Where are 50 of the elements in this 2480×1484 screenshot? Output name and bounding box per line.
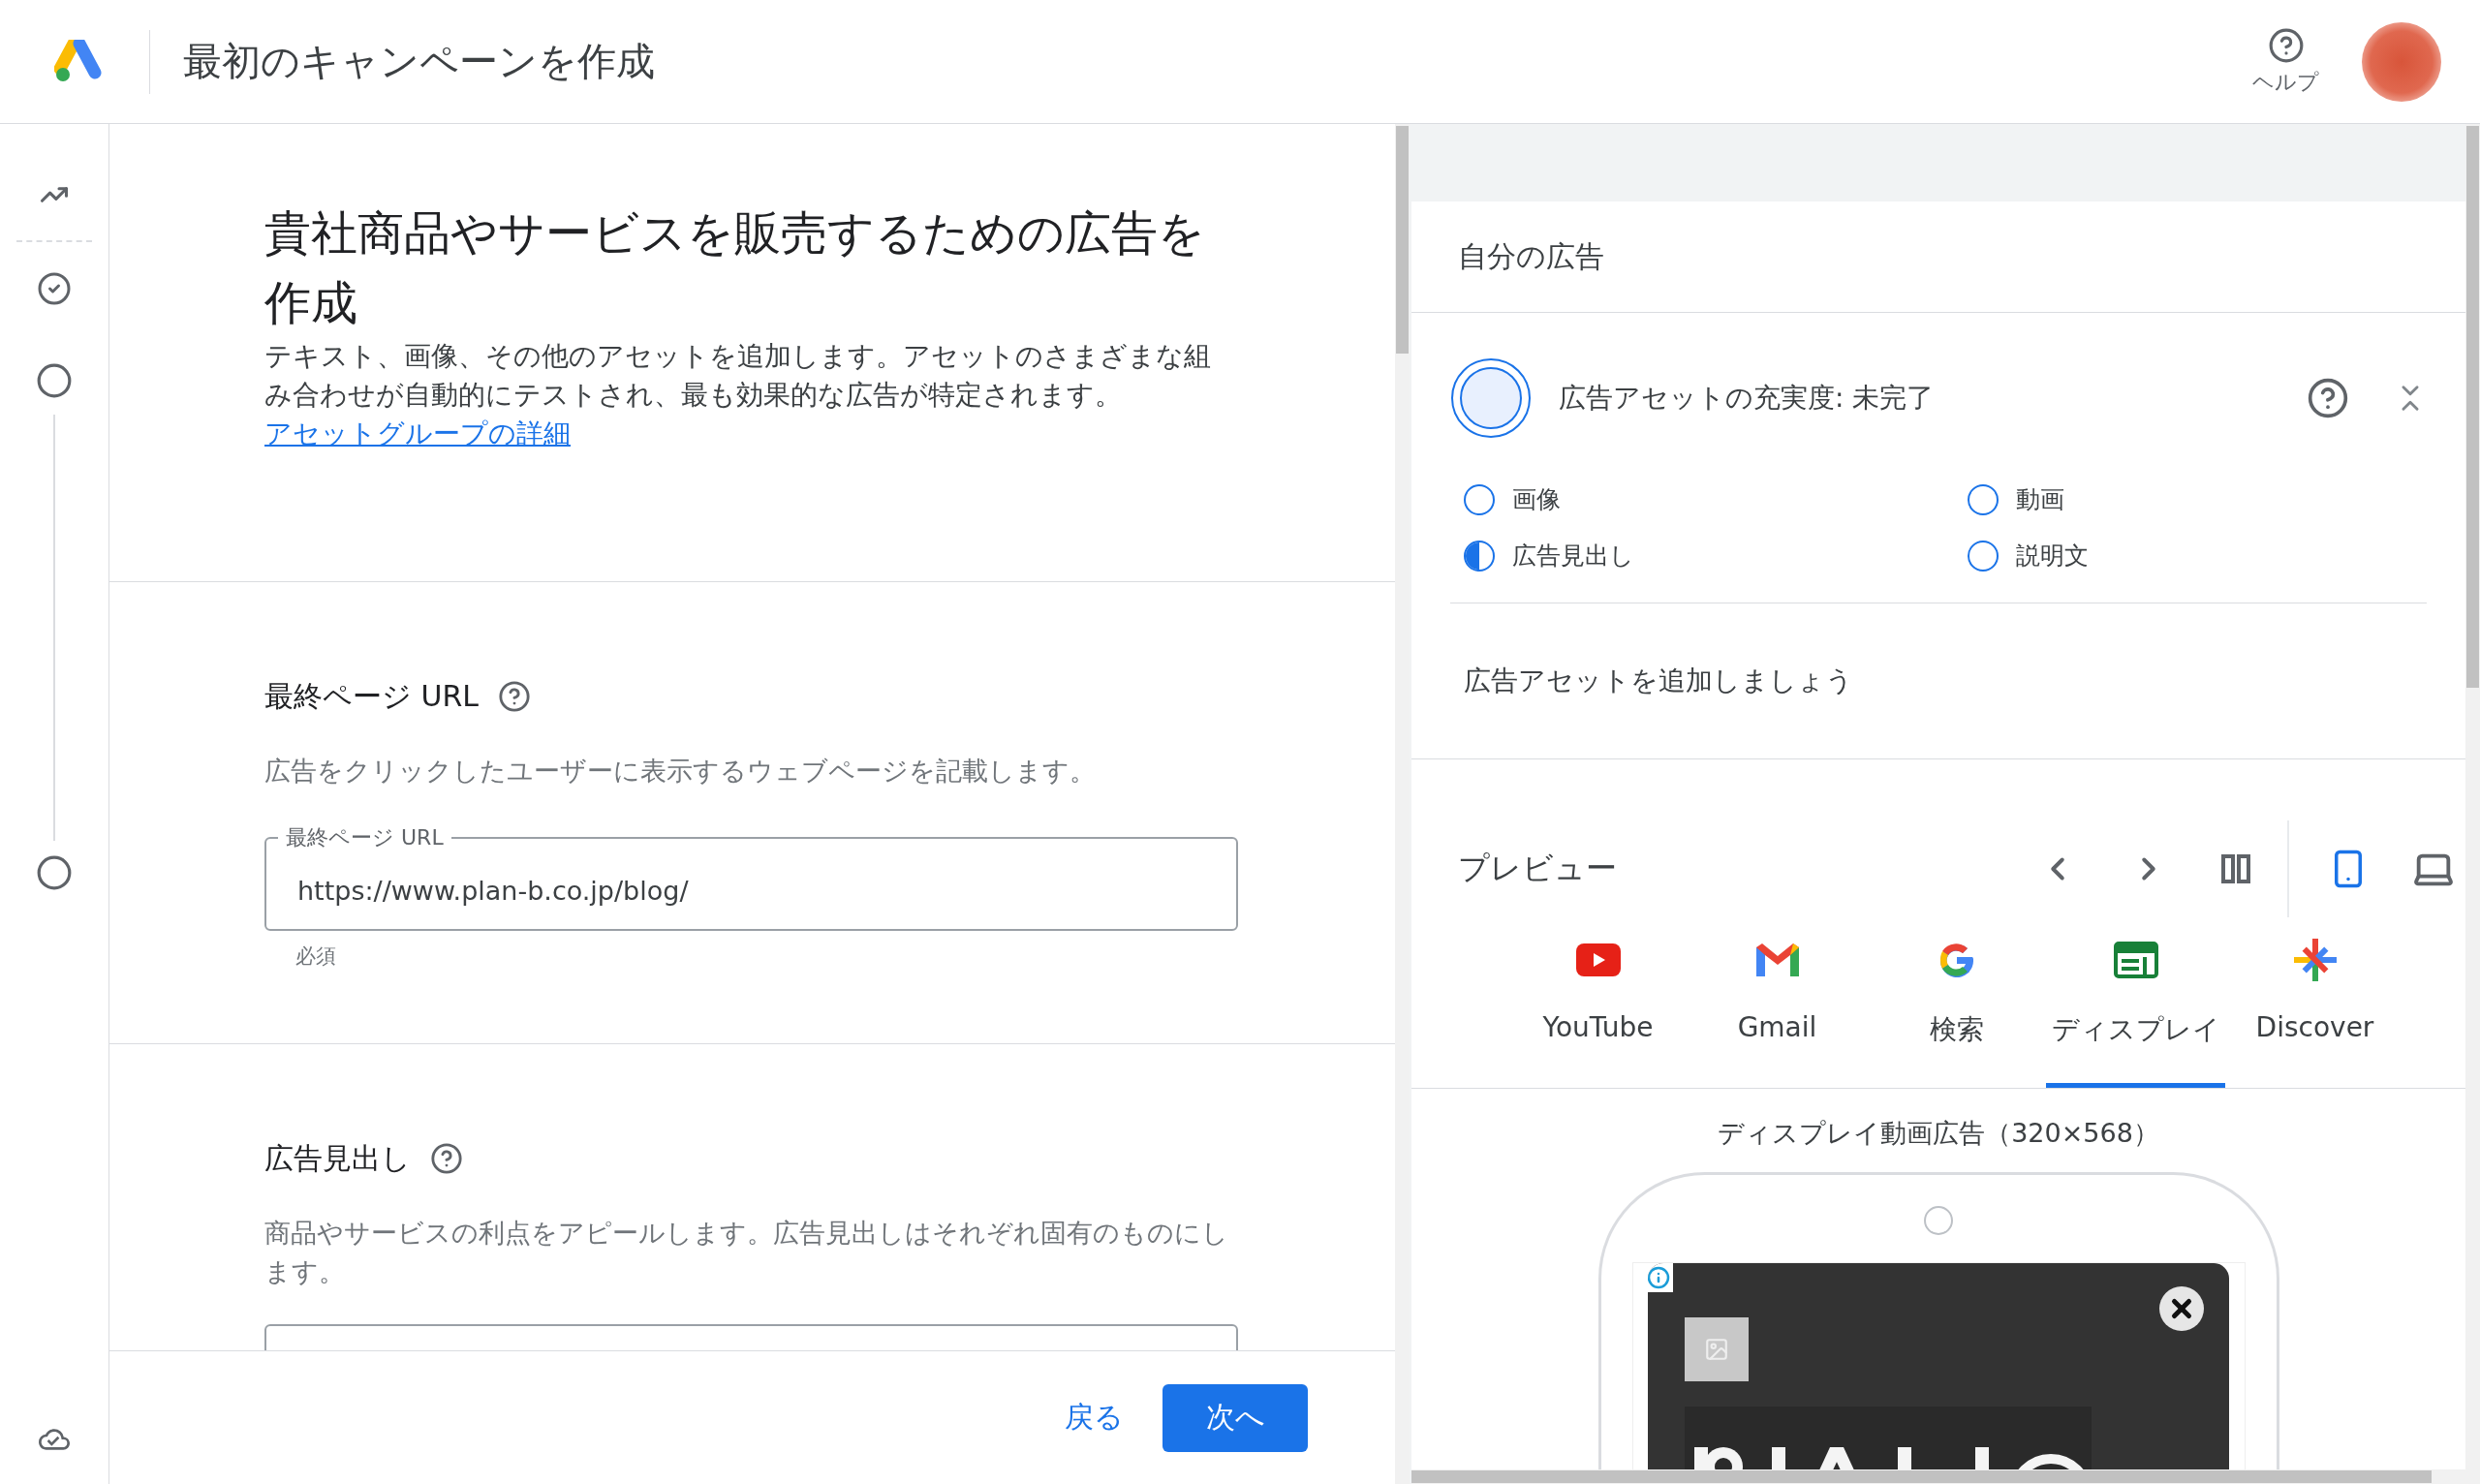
help-icon[interactable] [498,680,532,713]
back-button[interactable]: 戻る [1061,1388,1128,1447]
preview-tab[interactable]: ディスプレイ [2046,924,2225,1088]
display-layout-icon [2113,942,2158,978]
gmail-icon [1755,943,1799,976]
circle-icon[interactable] [36,854,73,891]
page-title: 最初のキャンペーンを作成 [183,38,656,85]
field-description: 商品やサービスの利点をアピールします。広告見出しはそれぞれ固有のものにします。 [264,1217,1229,1288]
help-icon [2267,26,2305,64]
preview-tab[interactable]: 検索 [1867,924,2046,1088]
help-icon[interactable] [2307,377,2349,419]
hint-text: 広告アセットを追加しましょう [1463,664,1854,698]
progress-ring [1968,483,1999,515]
help-button[interactable]: ヘルプ [2252,26,2319,97]
strength-ring-icon [1450,357,1532,439]
section-heading: 最終ページ URL [264,678,480,715]
field-label: 最終ページ URL [285,824,445,851]
checklist-label: 広告見出し [1512,541,1634,572]
ad-strength-label: 広告アセットの充実度: 未完了 [1559,381,1936,416]
columns-icon[interactable] [2221,854,2250,883]
camera-icon [1924,1206,1953,1235]
progress-ring [1464,483,1495,515]
preview-title: プレビュー [1458,849,1618,888]
scrollbar[interactable] [2465,124,2480,1484]
field-description: 広告をクリックしたユーザーに表示するウェブページを記載します。 [264,755,1097,788]
progress-ring [1968,540,1999,572]
url-field[interactable]: 最終ページ URL https://www.plan-b.co.jp/blog/ [264,824,1238,931]
section-heading: 広告見出し [264,1140,411,1177]
intro-text: テキスト、画像、その他のアセットを追加します。アセットのさまざまな組み合わせが自動的にテストされ、最も効果的な広告が特定されます。 アセットグループの詳細 [264,339,1212,451]
link[interactable]: アセットグループの詳細 [264,417,571,449]
close-button[interactable] [2159,1286,2204,1331]
image-icon [1685,1317,1749,1381]
preview-tab[interactable]: Gmail [1688,924,1867,1088]
asterisk-icon [2293,939,2337,981]
preview-tab[interactable]: YouTube [1508,924,1688,1088]
circle-icon[interactable] [36,362,73,399]
scrollbar[interactable] [1395,124,1410,1484]
card-title: 自分の広告 [1458,237,1604,275]
preview-tab[interactable]: Discover [2225,924,2404,1088]
next-button[interactable]: 次へ [1162,1383,1308,1452]
checklist-label: 画像 [1512,484,1561,515]
youtube-icon [1575,943,1621,976]
check-circle-icon[interactable] [37,271,72,306]
help-icon[interactable] [430,1142,463,1175]
checklist-label: 説明文 [2016,541,2089,572]
info-icon[interactable] [1648,1263,1673,1292]
format-label: ディスプレイ動画広告（320×568） [1717,1117,2160,1150]
section-title: 貴社商品やサービスを販売するための広告を作成 [264,204,1206,331]
helper-text: 必須 [295,943,337,970]
checklist-label: 動画 [2016,484,2064,515]
